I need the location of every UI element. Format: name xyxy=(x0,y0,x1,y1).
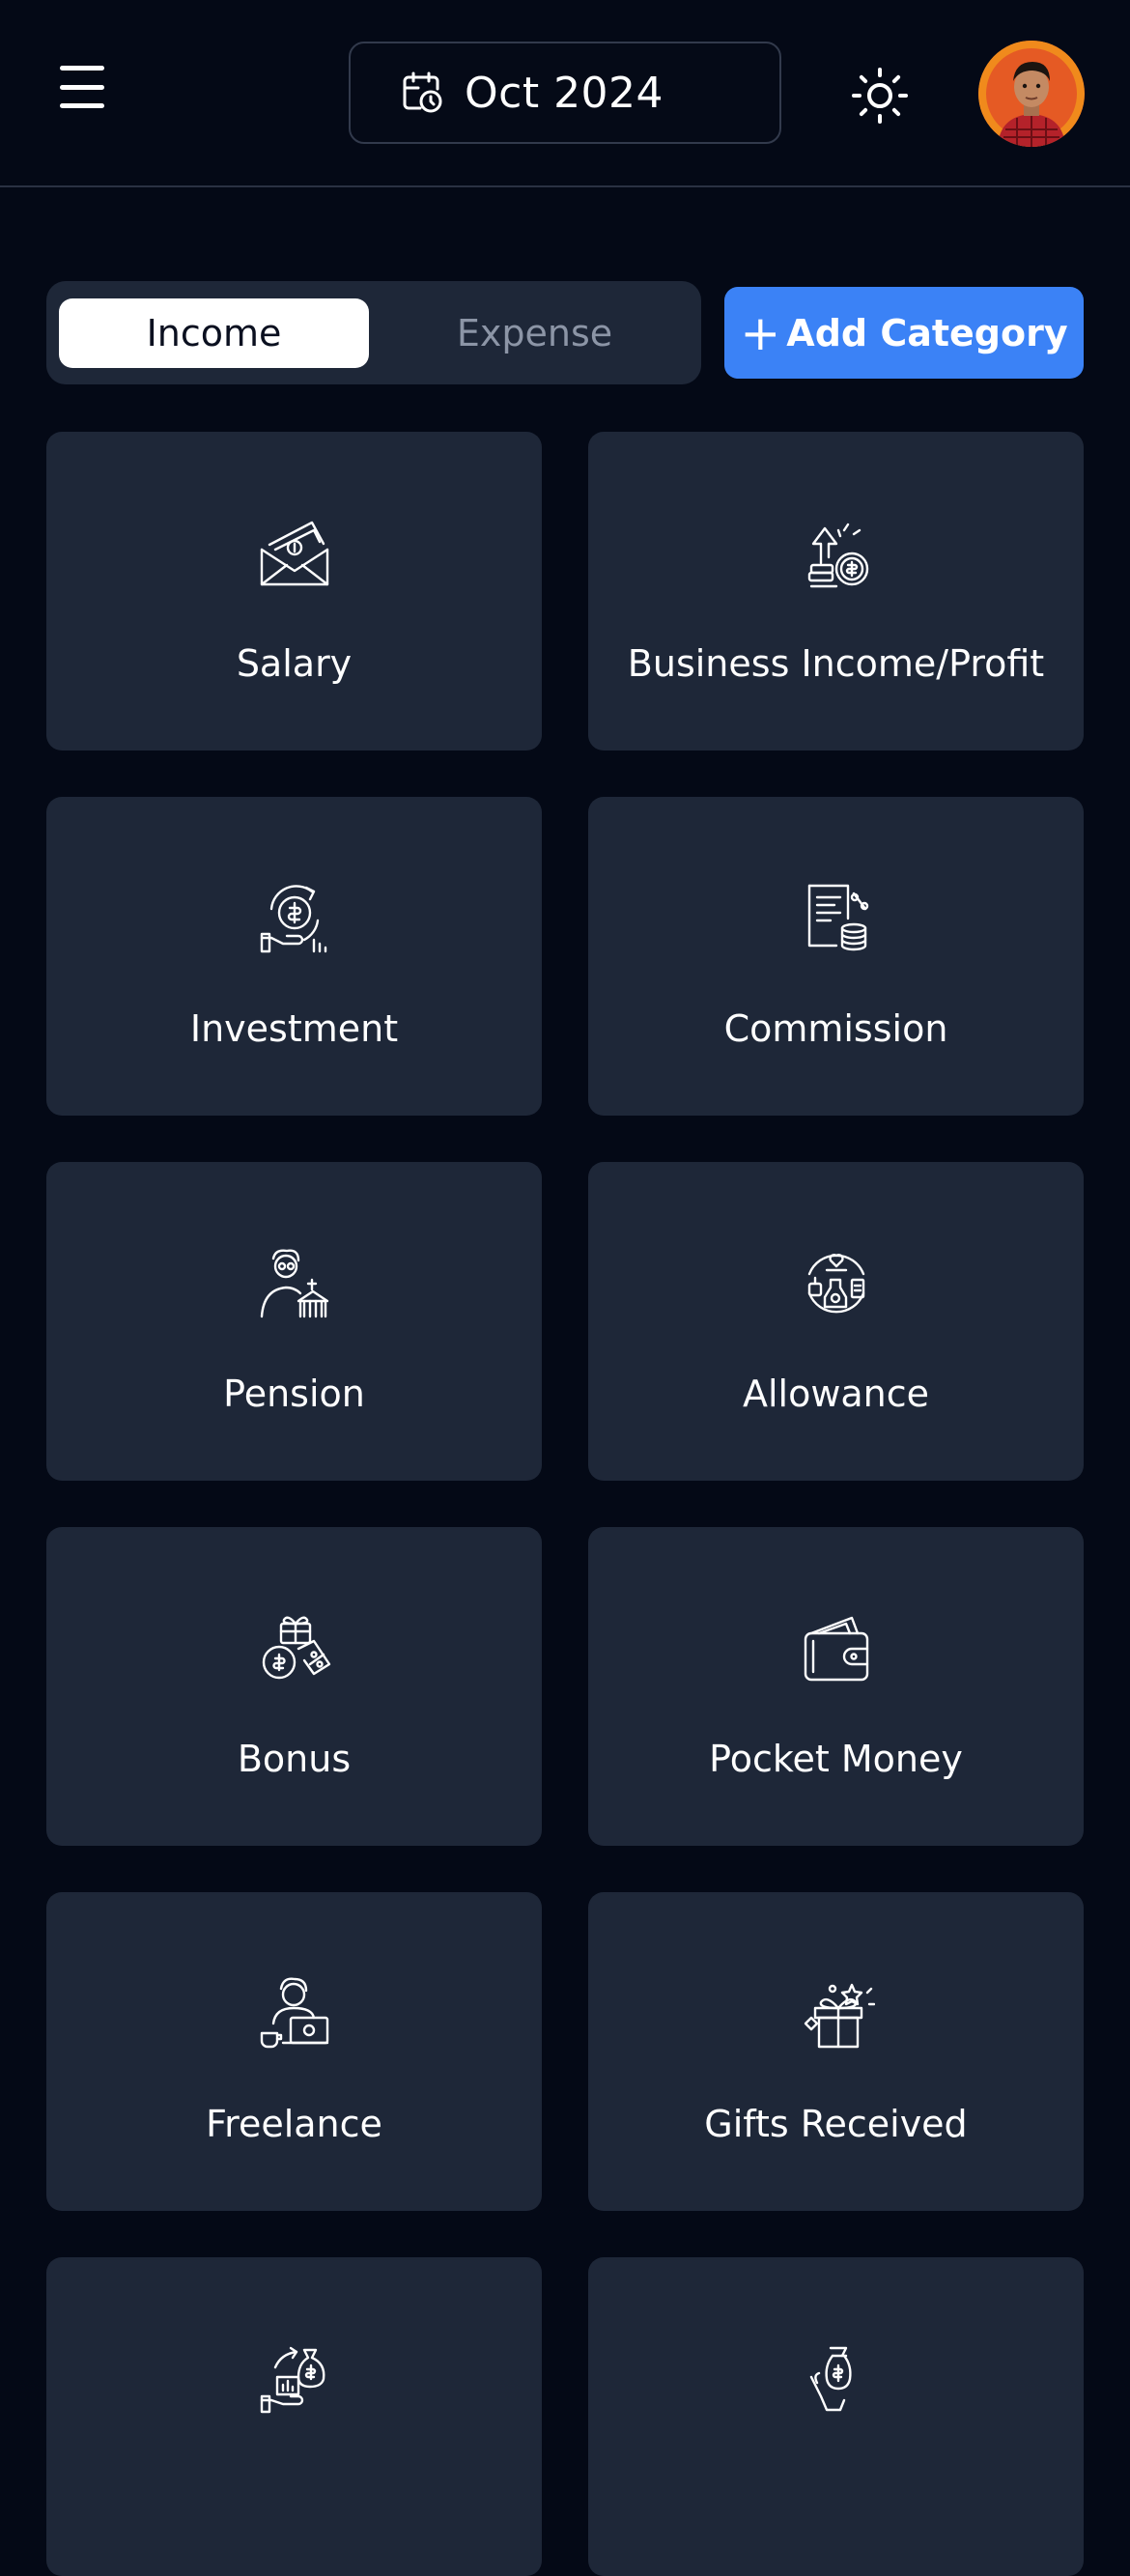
category-card-salary[interactable]: Salary xyxy=(46,432,542,750)
salary-envelope-icon xyxy=(256,515,333,592)
category-card-investment[interactable]: Investment xyxy=(46,797,542,1116)
month-picker[interactable]: Oct 2024 xyxy=(349,42,781,144)
hamburger-menu-icon[interactable] xyxy=(60,66,114,108)
user-avatar[interactable] xyxy=(978,41,1085,147)
add-category-button[interactable]: + Add Category xyxy=(724,287,1084,379)
category-card-freelance[interactable]: Freelance xyxy=(46,1892,542,2211)
bonus-gift-coin-icon xyxy=(256,1610,333,1687)
category-label: Freelance xyxy=(206,2103,382,2145)
add-category-label: Add Category xyxy=(786,311,1068,354)
gift-box-icon xyxy=(798,1975,875,2052)
calendar-clock-icon xyxy=(403,71,442,113)
category-label: Commission xyxy=(723,1007,948,1050)
category-label: Pension xyxy=(223,1373,365,1415)
category-card-commission[interactable]: Commission xyxy=(588,797,1084,1116)
tab-expense[interactable]: Expense xyxy=(380,298,690,368)
category-label: Allowance xyxy=(742,1373,930,1415)
investment-hand-coin-icon xyxy=(256,880,333,957)
top-bar: Oct 2024 xyxy=(0,0,1130,187)
category-card-pocket-money[interactable]: Pocket Money xyxy=(588,1527,1084,1846)
category-label: Pocket Money xyxy=(709,1738,963,1780)
sun-icon[interactable] xyxy=(850,66,910,126)
category-card-allowance[interactable]: Allowance xyxy=(588,1162,1084,1481)
pension-elder-icon xyxy=(256,1245,333,1322)
freelance-laptop-icon xyxy=(256,1975,333,2052)
plus-icon: + xyxy=(740,304,781,361)
category-label: Business Income/Profit xyxy=(627,642,1045,685)
category-label: Salary xyxy=(236,642,353,685)
money-bag-chart-icon xyxy=(256,2340,333,2418)
category-card-12[interactable] xyxy=(588,2257,1084,2576)
current-month-label: Oct 2024 xyxy=(465,68,664,118)
category-card-bonus[interactable]: Bonus xyxy=(46,1527,542,1846)
category-card-11[interactable] xyxy=(46,2257,542,2576)
business-growth-icon xyxy=(798,515,875,592)
allowance-circle-icon xyxy=(798,1245,875,1322)
category-label: Bonus xyxy=(237,1738,352,1780)
category-card-business-income[interactable]: Business Income/Profit xyxy=(588,432,1084,750)
income-expense-toggle: Income Expense xyxy=(46,281,701,384)
commission-receipt-icon xyxy=(798,880,875,957)
tab-income[interactable]: Income xyxy=(59,298,369,368)
category-card-pension[interactable]: Pension xyxy=(46,1162,542,1481)
category-card-gifts-received[interactable]: Gifts Received xyxy=(588,1892,1084,2211)
category-label: Investment xyxy=(189,1007,399,1050)
wallet-icon xyxy=(798,1610,875,1687)
category-label: Gifts Received xyxy=(704,2103,968,2145)
hand-money-icon xyxy=(798,2340,875,2418)
